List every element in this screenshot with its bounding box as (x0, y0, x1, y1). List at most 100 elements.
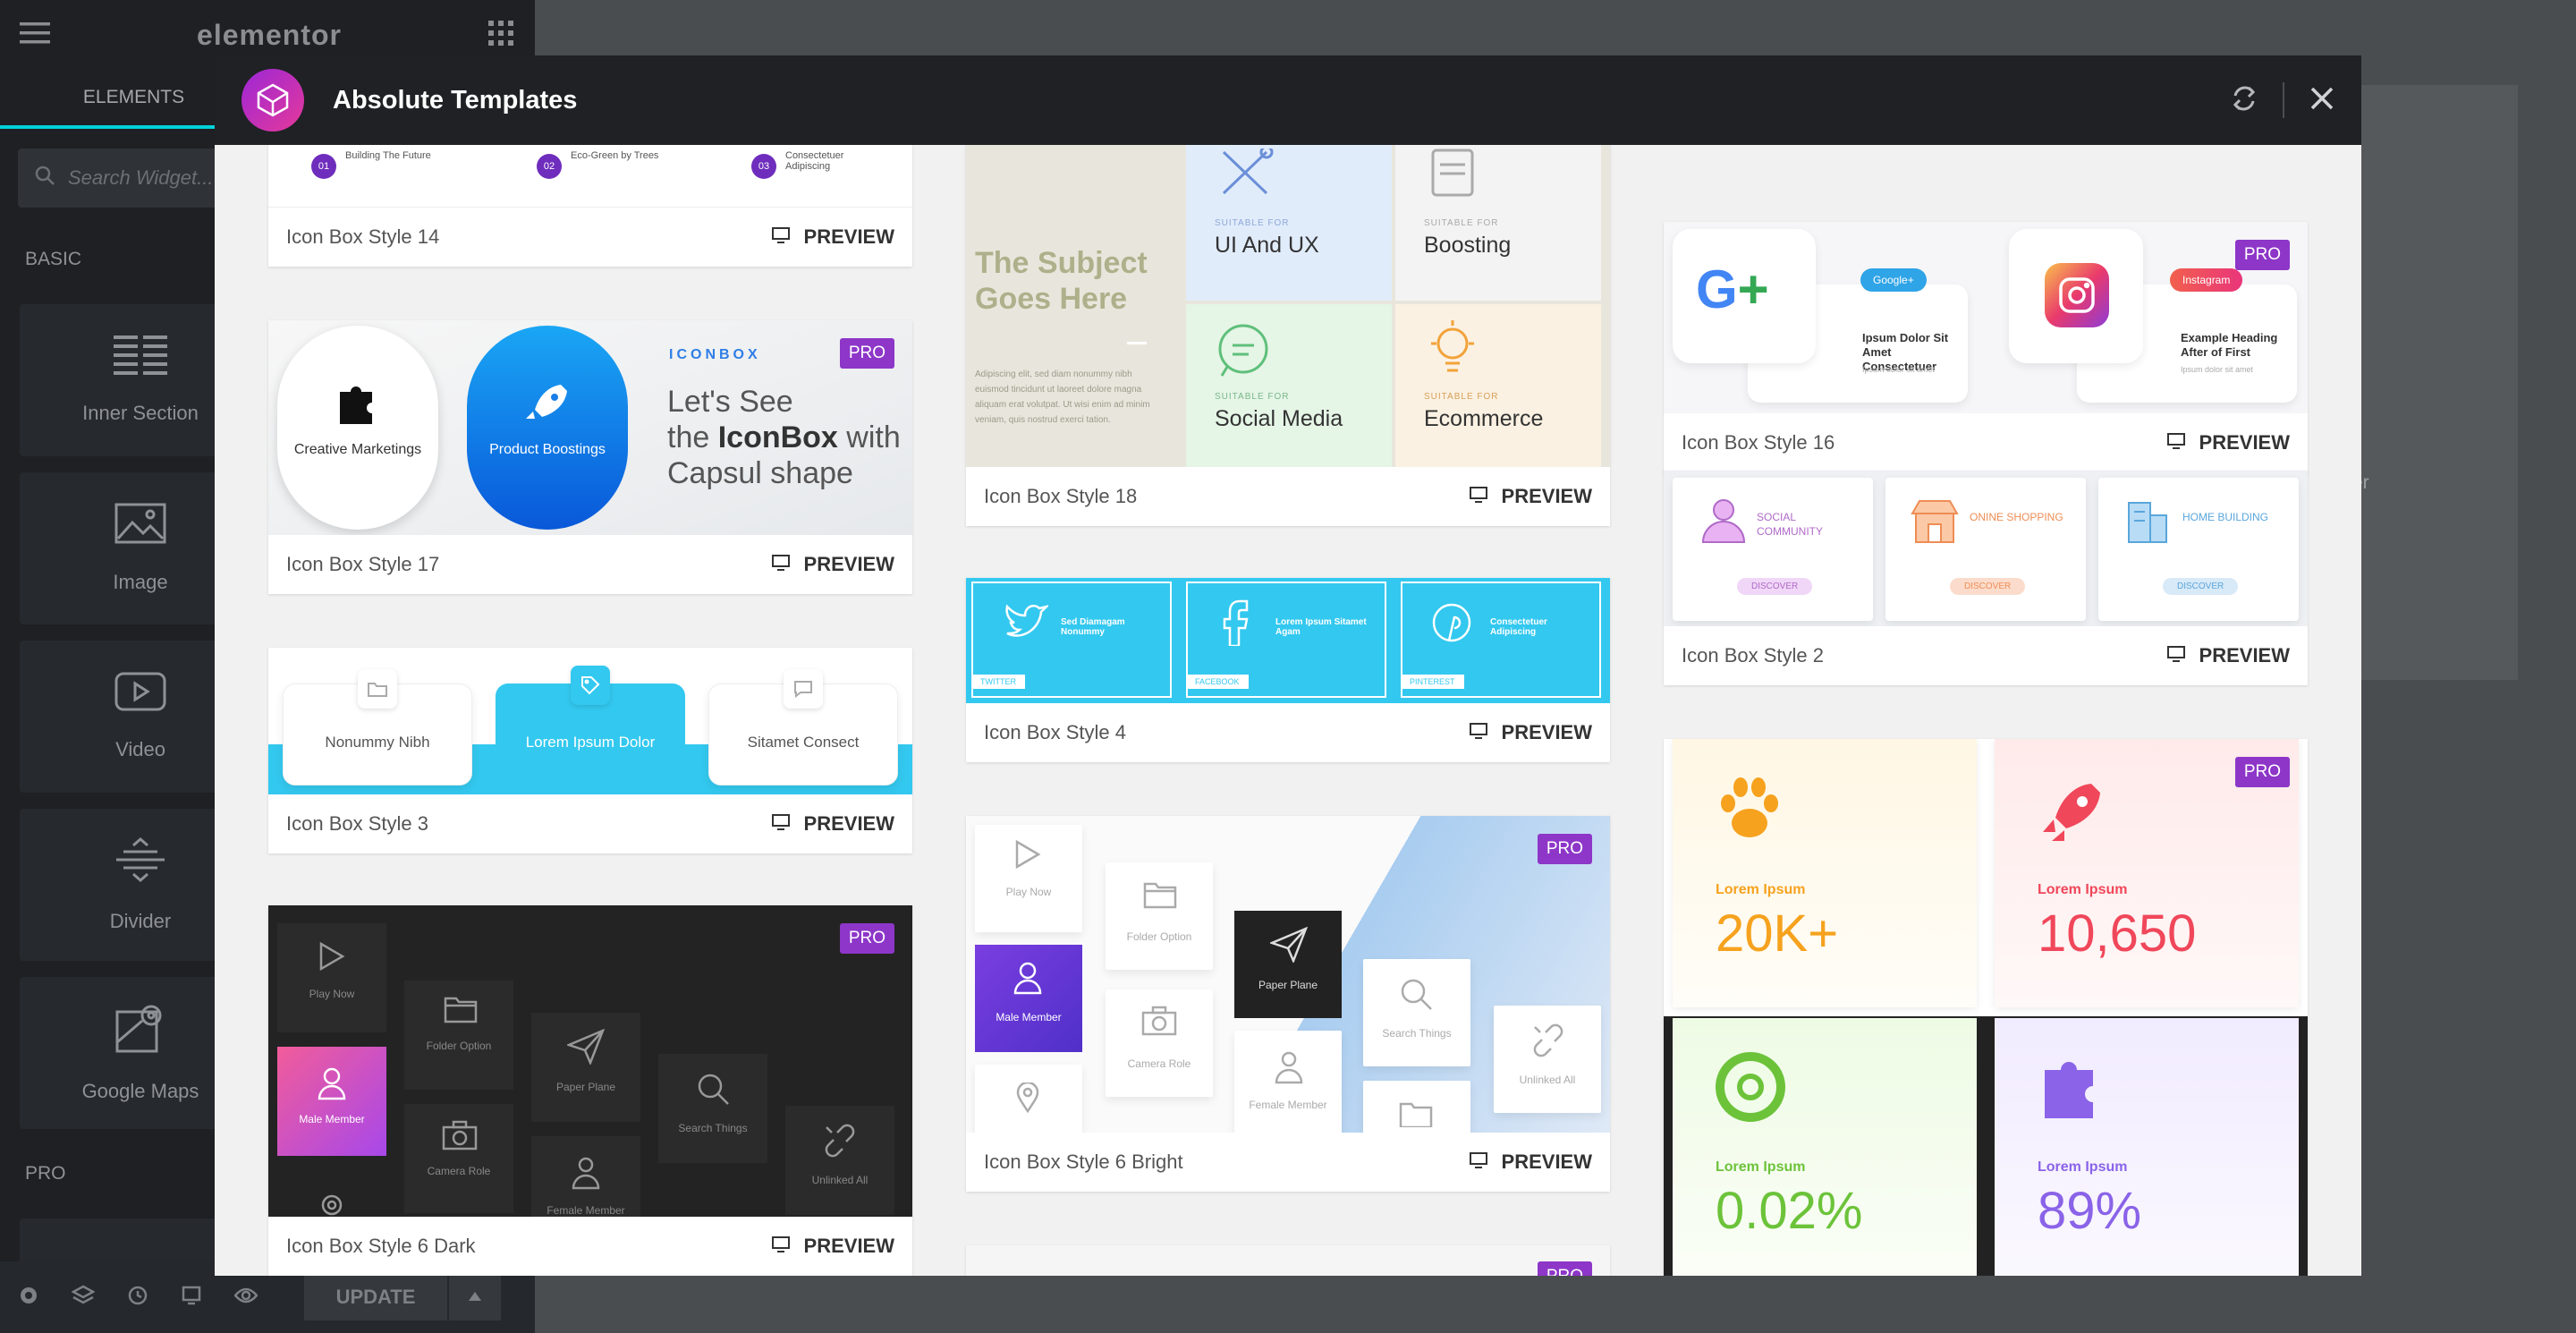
template-card-partial[interactable]: PRO (966, 1245, 1610, 1276)
apps-grid-icon[interactable] (488, 20, 513, 50)
modal-header: Absolute Templates (215, 55, 2361, 145)
preview-button[interactable]: PREVIEW (771, 812, 894, 836)
preview-label: PREVIEW (803, 225, 894, 248)
template-card-icon-box-3[interactable]: Nonummy Nibh Lorem Ipsum Dolor Sitamet C… (268, 648, 912, 853)
counter-value: 20K+ (1716, 904, 1839, 963)
tools-icon (1215, 145, 1277, 207)
preview-label: PREVIEW (803, 812, 894, 835)
headline-part: with (837, 420, 901, 454)
preview-button[interactable]: PREVIEW (2166, 644, 2290, 667)
template-card-icon-box-16[interactable]: PRO G+ Google+ Ipsum Dolor Sit Amet Cons… (1664, 222, 2308, 472)
sync-refresh-icon[interactable] (2231, 83, 2258, 118)
card-caption: Icon Box Style 18 PREVIEW (966, 467, 1610, 526)
box-label: Play Now (309, 988, 355, 1000)
template-card-counter-boxes[interactable]: PRO Lorem Ipsum 20K+ Lorem Ipsum 10,650 … (1664, 739, 2308, 1276)
template-card-icon-box-17[interactable]: PRO Creative Marketings Product Boosting… (268, 320, 912, 594)
card-caption: Icon Box Style 3 PREVIEW (268, 794, 912, 853)
social-badge: Instagram (2170, 268, 2243, 292)
card-caption: Icon Box Style 17 PREVIEW (268, 535, 912, 594)
settings-gear-icon[interactable] (18, 1285, 39, 1311)
headline-line1: Let's See (667, 385, 793, 419)
capsule-label: Creative Marketings (293, 442, 422, 457)
bell-icon (571, 1156, 601, 1194)
category-pro[interactable]: PRO (25, 1163, 66, 1184)
puzzle-icon (331, 374, 385, 432)
info-sub: Ipsum dolor sit amet (1862, 365, 1936, 374)
card-thumbnail: PRO G+ Google+ Ipsum Dolor Sit Amet Cons… (1664, 222, 2308, 413)
step-text: Building The Future (345, 150, 431, 161)
inner-section-icon (114, 335, 167, 380)
preview-button[interactable]: PREVIEW (2166, 431, 2290, 454)
widget-label: Divider (109, 910, 172, 932)
iconbox-tag: ICONBOX (669, 347, 761, 362)
template-name: Icon Box Style 16 (1682, 431, 1835, 454)
step-number: 02 (537, 154, 562, 179)
play-icon (318, 941, 345, 976)
card-thumbnail: The Subject Goes Here Adipiscing elit, se… (966, 145, 1610, 467)
layers-icon[interactable] (71, 1285, 96, 1311)
play-icon (1014, 839, 1041, 874)
discover-button: DISCOVER (1737, 578, 1813, 595)
category-basic[interactable]: BASIC (25, 249, 81, 270)
lifebuoy-icon (1714, 1050, 1787, 1128)
monitor-icon (771, 1235, 790, 1258)
box-label: Male Member (299, 1113, 365, 1125)
close-icon[interactable] (2309, 86, 2334, 115)
preview-button[interactable]: PREVIEW (771, 553, 894, 576)
building-icon (2123, 497, 2172, 548)
template-name: Icon Box Style 6 Dark (286, 1235, 476, 1257)
template-card-icon-box-2[interactable]: SOCIAL COMMUNITY DISCOVER ONINE SHOPPING… (1664, 471, 2308, 685)
document-icon (1426, 147, 1479, 203)
preview-label: PREVIEW (2199, 644, 2290, 666)
preview-label: PREVIEW (2199, 431, 2290, 454)
paw-icon (1714, 775, 1785, 847)
box-label: Unlinked All (811, 1174, 869, 1186)
template-name: Icon Box Style 17 (286, 553, 440, 575)
preview-button[interactable]: PREVIEW (1469, 721, 1592, 744)
hamburger-menu-icon[interactable] (20, 21, 50, 50)
template-card-icon-box-18[interactable]: The Subject Goes Here Adipiscing elit, se… (966, 145, 1610, 526)
box-label: Female Member (1249, 1099, 1327, 1111)
card-thumbnail: PRO Creative Marketings Product Boosting… (268, 320, 912, 535)
puzzle-icon (2036, 1049, 2107, 1125)
template-card-icon-box-4[interactable]: Sed Diamagam Nonummy TWITTER Lorem Ipsum… (966, 578, 1610, 762)
card-caption: Icon Box Style 6 Dark PREVIEW (268, 1217, 912, 1276)
preview-button[interactable]: PREVIEW (771, 1235, 894, 1258)
box-label: Camera Role (1127, 1057, 1191, 1070)
counter-value: 10,650 (2038, 904, 2197, 963)
community-icon (1699, 497, 1748, 548)
monitor-icon (2166, 644, 2185, 667)
history-icon[interactable] (127, 1285, 148, 1311)
unlink-icon (823, 1124, 857, 1162)
responsive-icon[interactable] (181, 1285, 202, 1311)
update-options-button[interactable] (449, 1274, 501, 1320)
box-label: Female Member (547, 1204, 625, 1217)
search-placeholder: Search Widget... (68, 166, 214, 189)
preview-eye-icon[interactable] (233, 1286, 258, 1309)
search-icon (1399, 977, 1433, 1015)
location-pin-icon (318, 1192, 345, 1217)
social-text: Consectetuer Adipiscing (1490, 617, 1547, 637)
google-plus-icon: G+ (1696, 259, 1769, 319)
headline-line2: the IconBox with (667, 420, 901, 455)
template-card-icon-box-14[interactable]: 01 Building The Future 02 Eco-Green by T… (268, 145, 912, 267)
box-label: Male Member (996, 1011, 1062, 1023)
template-card-icon-box-6-dark[interactable]: PRO Play Now Male Member Folder Option C… (268, 905, 912, 1276)
preview-button[interactable]: PREVIEW (771, 225, 894, 249)
update-button[interactable]: UPDATE (304, 1274, 447, 1320)
preview-label: PREVIEW (803, 1235, 894, 1257)
unlink-icon (1531, 1023, 1565, 1062)
preview-button[interactable]: PREVIEW (1469, 1150, 1592, 1174)
search-icon (34, 165, 55, 191)
template-card-icon-box-6-bright[interactable]: PRO Play Now Male Member Folder Option C… (966, 816, 1610, 1192)
monitor-icon (1469, 1150, 1487, 1174)
lightbulb-icon (1426, 318, 1479, 386)
box-label: Folder Option (426, 1040, 492, 1052)
card-thumbnail: 01 Building The Future 02 Eco-Green by T… (268, 145, 912, 208)
social-text: Lorem Ipsum Sitamet Agam (1275, 617, 1367, 637)
preview-label: PREVIEW (1501, 485, 1592, 507)
paper-plane-icon (1268, 926, 1309, 967)
monitor-icon (1469, 485, 1487, 508)
body-text: Adipiscing elit, sed diam nonummy nibh e… (975, 369, 1150, 425)
preview-button[interactable]: PREVIEW (1469, 485, 1592, 508)
